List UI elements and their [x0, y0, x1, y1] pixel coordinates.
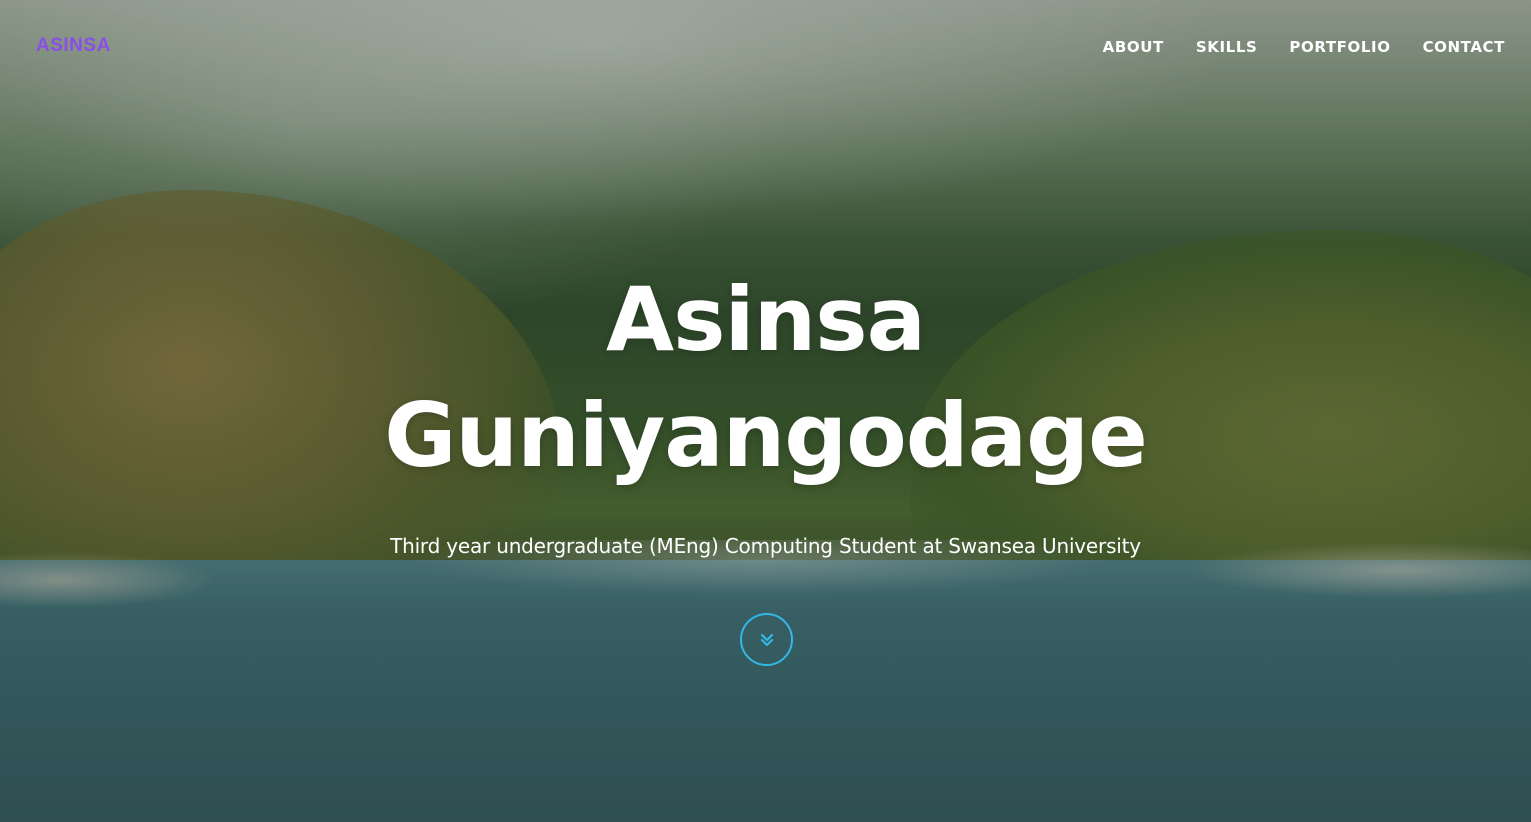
- navbar: ASINSA ABOUT SKILLS PORTFOLIO CONTACT: [0, 0, 1531, 92]
- scroll-down-button[interactable]: [740, 613, 793, 666]
- nav-link-skills[interactable]: SKILLS: [1196, 38, 1258, 56]
- nav-item: SKILLS: [1196, 37, 1258, 56]
- nav-item: ABOUT: [1103, 37, 1164, 56]
- hero-section: ASINSA ABOUT SKILLS PORTFOLIO CONTACT As…: [0, 0, 1531, 822]
- hero-title: Asinsa Guniyangodage: [0, 262, 1531, 494]
- hero-title-line1: Asinsa: [605, 268, 926, 371]
- hero-title-line2: Guniyangodage: [384, 384, 1148, 487]
- nav-link-portfolio[interactable]: PORTFOLIO: [1289, 38, 1390, 56]
- hero-content: Asinsa Guniyangodage Third year undergra…: [0, 262, 1531, 558]
- brand-logo[interactable]: ASINSA: [36, 35, 111, 57]
- hero-subtitle: Third year undergraduate (MEng) Computin…: [390, 534, 1141, 558]
- chevron-double-down-icon: [760, 633, 773, 646]
- nav-item: CONTACT: [1423, 37, 1505, 56]
- nav-links: ABOUT SKILLS PORTFOLIO CONTACT: [1103, 37, 1505, 56]
- nav-item: PORTFOLIO: [1289, 37, 1390, 56]
- nav-link-contact[interactable]: CONTACT: [1423, 38, 1505, 56]
- nav-link-about[interactable]: ABOUT: [1103, 38, 1164, 56]
